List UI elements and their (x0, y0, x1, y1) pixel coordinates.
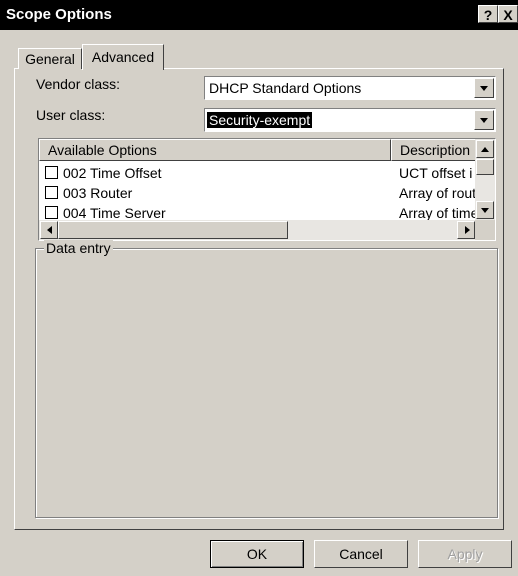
help-button[interactable]: ? (478, 5, 498, 23)
user-class-value: Security-exempt (207, 112, 313, 128)
cancel-button[interactable]: Cancel (314, 540, 408, 568)
vertical-scroll-thumb[interactable] (476, 159, 494, 175)
list-item[interactable]: 003 Router (45, 185, 132, 201)
column-header-available-options[interactable]: Available Options (39, 139, 391, 161)
scope-options-dialog: Scope Options ? X General Advanced Vendo… (0, 0, 518, 576)
title-bar: Scope Options ? X (0, 0, 518, 30)
option-description: Array of time (399, 205, 479, 221)
vendor-class-value: DHCP Standard Options (209, 80, 362, 96)
option-description: UCT offset i (399, 165, 473, 181)
chevron-down-icon[interactable] (474, 78, 494, 98)
option-name: 002 Time Offset (63, 165, 162, 181)
arrow-up-icon[interactable] (476, 140, 494, 158)
tab-advanced-label: Advanced (91, 49, 155, 65)
option-description: Array of rout (399, 185, 477, 201)
arrow-left-icon[interactable] (40, 221, 58, 239)
data-entry-label: Data entry (44, 240, 113, 256)
list-item[interactable]: 002 Time Offset (45, 165, 162, 181)
list-item[interactable]: 004 Time Server (45, 205, 166, 221)
option-name: 003 Router (63, 185, 133, 201)
vertical-scrollbar[interactable] (475, 139, 495, 221)
vendor-class-dropdown[interactable]: DHCP Standard Options (204, 76, 496, 100)
apply-button[interactable]: Apply (418, 540, 512, 568)
available-options-list[interactable]: Available Options Description 002 Time O… (38, 138, 496, 241)
user-class-label: User class: (36, 107, 106, 123)
option-name: 004 Time Server (63, 205, 166, 221)
arrow-right-icon[interactable] (457, 221, 475, 239)
data-entry-area (42, 260, 492, 510)
horizontal-scrollbar[interactable] (39, 220, 477, 240)
close-button[interactable]: X (498, 5, 518, 23)
scroll-corner (475, 220, 495, 240)
option-checkbox[interactable] (45, 206, 58, 219)
arrow-down-icon[interactable] (476, 201, 494, 219)
horizontal-scroll-thumb[interactable] (58, 221, 288, 239)
chevron-down-icon[interactable] (474, 110, 494, 130)
window-title: Scope Options (6, 6, 112, 23)
column-header-description[interactable]: Description (391, 139, 477, 161)
user-class-dropdown[interactable]: Security-exempt (204, 108, 496, 132)
vendor-class-label: Vendor class: (36, 76, 121, 92)
option-checkbox[interactable] (45, 166, 58, 179)
option-checkbox[interactable] (45, 186, 58, 199)
tab-general[interactable]: General (18, 48, 82, 69)
tab-general-label: General (25, 51, 75, 67)
tab-advanced[interactable]: Advanced (82, 44, 164, 70)
ok-button[interactable]: OK (210, 540, 304, 568)
